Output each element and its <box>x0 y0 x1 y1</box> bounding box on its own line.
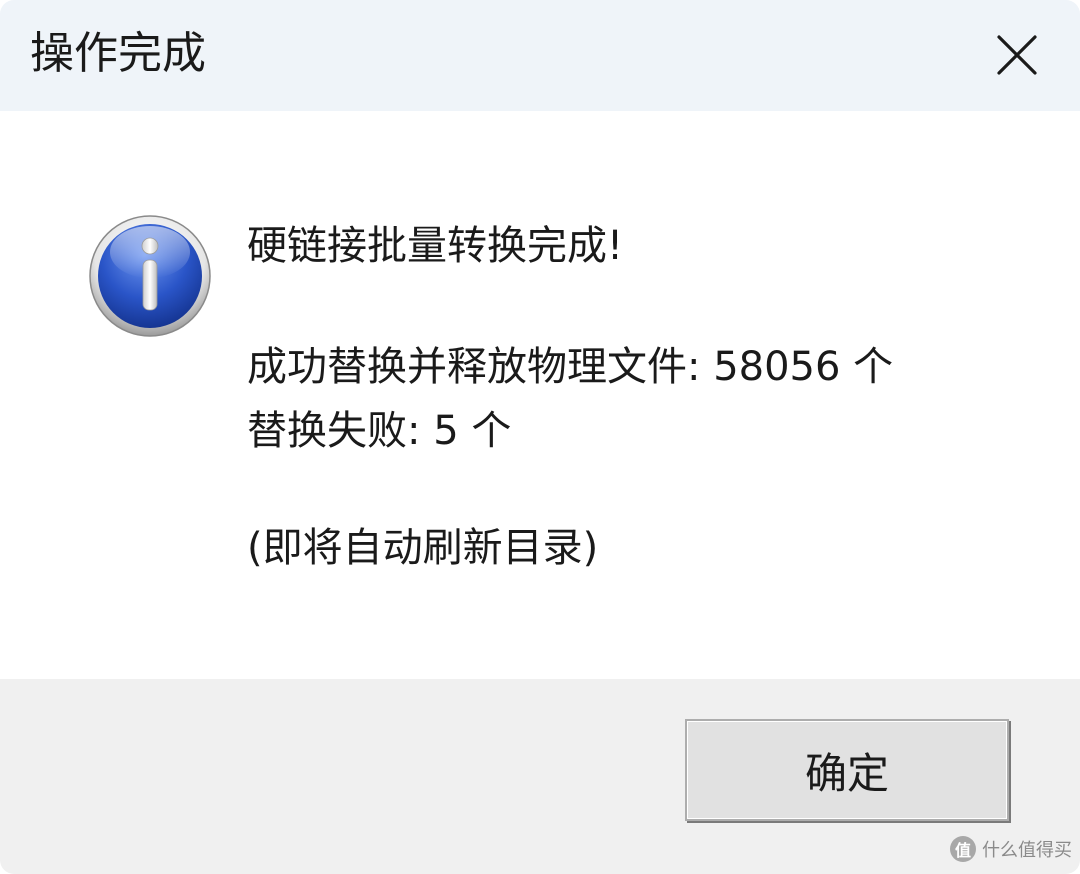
dialog-window: 操作完成 硬链接批量转换完成! 成功替换并释放物理文件: 58056 个 替换失… <box>0 0 1080 874</box>
dialog-title: 操作完成 <box>30 28 206 79</box>
message-line-4: (即将自动刷新目录) <box>247 525 599 571</box>
info-icon <box>89 215 211 337</box>
title-bar: 操作完成 <box>0 0 1080 111</box>
close-icon <box>997 35 1037 75</box>
ok-button[interactable]: 确定 <box>685 719 1009 821</box>
watermark-badge: 值 <box>950 836 976 862</box>
message-line-2: 成功替换并释放物理文件: 58056 个 <box>247 344 894 390</box>
watermark-text: 什么值得买 <box>982 840 1072 861</box>
watermark: 值 什么值得买 <box>950 836 1072 862</box>
message-line-1: 硬链接批量转换完成! <box>247 223 624 269</box>
message-line-3: 替换失败: 5 个 <box>247 408 512 454</box>
dialog-content <box>0 111 1080 679</box>
close-button[interactable] <box>972 18 1062 92</box>
